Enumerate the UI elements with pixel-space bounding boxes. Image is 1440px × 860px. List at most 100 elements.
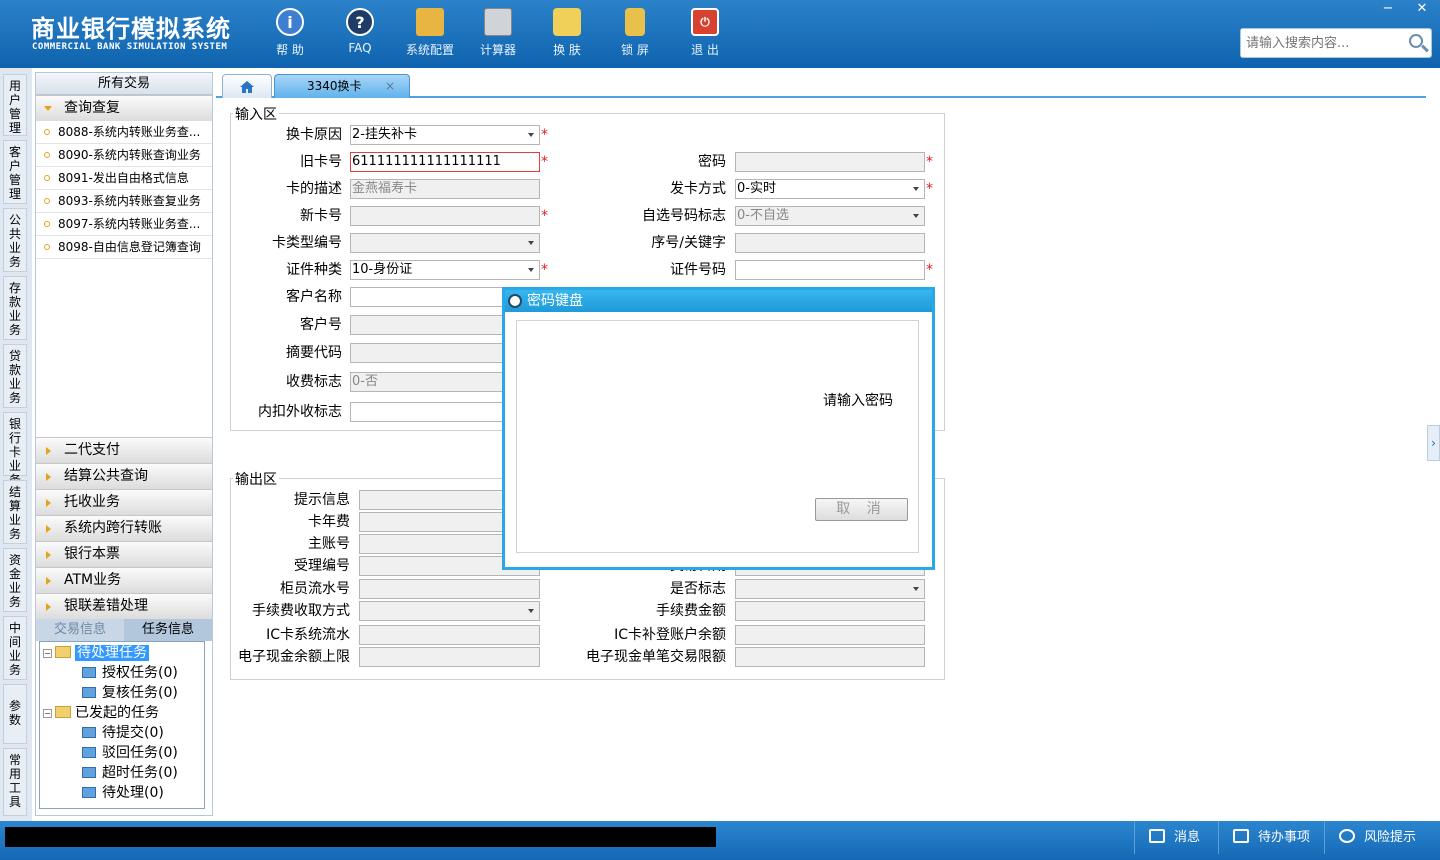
tree-node-rejected[interactable]: 驳回任务(0) [82, 743, 178, 763]
card-desc-field: 金燕福寿卡 [350, 179, 540, 199]
tree-node-to-process[interactable]: 待处理(0) [82, 783, 164, 803]
nav-group[interactable]: 二代支付 [36, 437, 212, 463]
nav-group[interactable]: 托收业务 [36, 489, 212, 515]
input-area-title: 输入区 [233, 104, 279, 124]
search-input[interactable] [1241, 29, 1401, 57]
vtab-bank-card-business[interactable]: 银行卡业务 [3, 412, 27, 487]
tab-label: 3340换卡 [307, 79, 362, 93]
id-type-select[interactable]: 10-身份证 [350, 260, 540, 280]
tab-transaction-info[interactable]: 交易信息 [36, 619, 124, 641]
seq-input[interactable] [735, 233, 925, 253]
nav-subtabs: 交易信息 任务信息 [36, 619, 212, 641]
nav-item[interactable]: 8091-发出自由格式信息 [36, 167, 212, 190]
faq-button[interactable]: ? FAQ [330, 8, 390, 55]
chevron-down-icon [913, 587, 919, 591]
nav-item[interactable]: 8088-系统内转账业务查... [36, 121, 212, 144]
chevron-right-icon [46, 473, 51, 481]
collapse-icon[interactable]: − [43, 709, 52, 718]
tree-node-label: 待提交(0) [102, 725, 164, 741]
todo-label: 待办事项 [1258, 830, 1311, 845]
risk-alert-button[interactable]: 风险提示 [1324, 821, 1440, 854]
output-area-title: 输出区 [233, 469, 279, 489]
nav-group-label: 查询查复 [64, 100, 120, 116]
tab-bar: 3340换卡 × [216, 72, 1426, 98]
tab-card-replacement[interactable]: 3340换卡 × [274, 74, 410, 98]
dialog-prompt: 请输入密码 [823, 393, 893, 409]
tree-node-review[interactable]: 复核任务(0) [82, 683, 178, 703]
todo-button[interactable]: 待办事项 [1218, 821, 1324, 854]
tree-node-pending[interactable]: − 待处理任务 [43, 643, 149, 663]
nav-group-query[interactable]: 查询查复 [36, 95, 212, 121]
help-button[interactable]: i 帮 助 [260, 8, 320, 58]
self-select-select[interactable]: 0-不自选 [735, 206, 925, 226]
nav-item[interactable]: 8090-系统内转账查询业务 [36, 144, 212, 167]
chevron-down-icon [528, 241, 534, 245]
old-card-input[interactable]: 611111111111111111 [350, 152, 540, 172]
nav-group[interactable]: ATM业务 [36, 567, 212, 593]
nav-group[interactable]: 系统内跨行转账 [36, 515, 212, 541]
seq-label: 序号/关键字 [651, 235, 726, 251]
task-tree: − 待处理任务 授权任务(0) 复核任务(0) − 已发起的任务 待提交(0) 驳回… [39, 641, 205, 809]
yes-no-select[interactable] [735, 579, 925, 599]
tab-task-info[interactable]: 任务信息 [124, 619, 212, 641]
nav-item-label: 8091-发出自由格式信息 [58, 171, 189, 185]
system-config-label: 系统配置 [405, 43, 454, 57]
vtab-common-tools[interactable]: 常用工具 [3, 748, 27, 816]
expand-panel-button[interactable]: › [1427, 425, 1440, 461]
nav-group[interactable]: 银联差错处理 [36, 593, 212, 619]
vtab-loan-business[interactable]: 贷款业务 [3, 344, 27, 408]
vtab-public-business[interactable]: 公共业务 [3, 208, 27, 272]
close-tab-icon[interactable]: × [385, 75, 395, 97]
tree-node-auth[interactable]: 授权任务(0) [82, 663, 178, 683]
calculator-button[interactable]: 计算器 [468, 8, 528, 58]
collapse-icon[interactable]: − [43, 649, 52, 658]
id-no-input[interactable] [735, 260, 925, 280]
minimize-button[interactable]: − [1372, 0, 1404, 18]
nav-item[interactable]: 8097-系统内转账业务查... [36, 213, 212, 236]
info-icon: i [276, 8, 304, 36]
search-icon[interactable] [1409, 34, 1423, 48]
messages-button[interactable]: 消息 [1134, 821, 1224, 854]
tab-home[interactable] [222, 74, 272, 98]
ecash-limit-label: 电子现金余额上限 [238, 649, 350, 665]
reason-select[interactable]: 2-挂失补卡 [350, 125, 540, 145]
system-config-button[interactable]: 系统配置 [400, 8, 460, 58]
home-icon [240, 81, 254, 93]
vtab-funds-business[interactable]: 资金业务 [3, 548, 27, 612]
vtab-settlement-business[interactable]: 结算业务 [3, 480, 27, 544]
bullet-icon [44, 244, 50, 250]
vtab-deposit-business[interactable]: 存款业务 [3, 276, 27, 340]
nav-group[interactable]: 银行本票 [36, 541, 212, 567]
nav-group[interactable]: 结算公共查询 [36, 463, 212, 489]
nav-item[interactable]: 8098-自由信息登记簿查询 [36, 236, 212, 259]
vtab-customer-management[interactable]: 客户管理 [3, 140, 27, 204]
skin-button[interactable]: 换 肤 [537, 8, 597, 58]
fee-flag-label: 收费标志 [286, 374, 342, 390]
keypad-icon [508, 294, 522, 308]
password-input[interactable] [735, 152, 925, 172]
tree-node-timeout[interactable]: 超时任务(0) [82, 763, 178, 783]
tree-node-to-submit[interactable]: 待提交(0) [82, 723, 164, 743]
close-window-button[interactable]: ✕ [1406, 0, 1438, 18]
card-type-select[interactable] [350, 233, 540, 253]
tree-node-initiated[interactable]: − 已发起的任务 [43, 703, 159, 723]
ic-balance-label: IC卡补登账户余额 [614, 627, 726, 643]
dialog-titlebar[interactable]: 密码键盘 [505, 290, 932, 312]
fee-mode-select[interactable] [359, 601, 540, 621]
chat-bubble-icon [1339, 829, 1355, 843]
calculator-icon [484, 8, 512, 36]
new-card-input[interactable] [350, 206, 540, 226]
chevron-right-icon [46, 603, 51, 611]
chevron-right-icon [46, 447, 51, 455]
task-icon [82, 787, 96, 798]
password-label: 密码 [698, 154, 726, 170]
cancel-button[interactable]: 取 消 [815, 498, 908, 521]
nav-group-label: 二代支付 [64, 442, 120, 458]
vtab-parameters[interactable]: 参数 [3, 684, 27, 744]
vtab-intermediary-business[interactable]: 中间业务 [3, 616, 27, 680]
nav-item[interactable]: 8093-系统内转账查复业务 [36, 190, 212, 213]
lock-screen-button[interactable]: 锁 屏 [605, 8, 665, 58]
exit-button[interactable]: ⏻ 退 出 [675, 8, 735, 58]
vtab-user-management[interactable]: 用户管理 [3, 74, 27, 136]
issue-mode-select[interactable]: 0-实时 [735, 179, 925, 199]
